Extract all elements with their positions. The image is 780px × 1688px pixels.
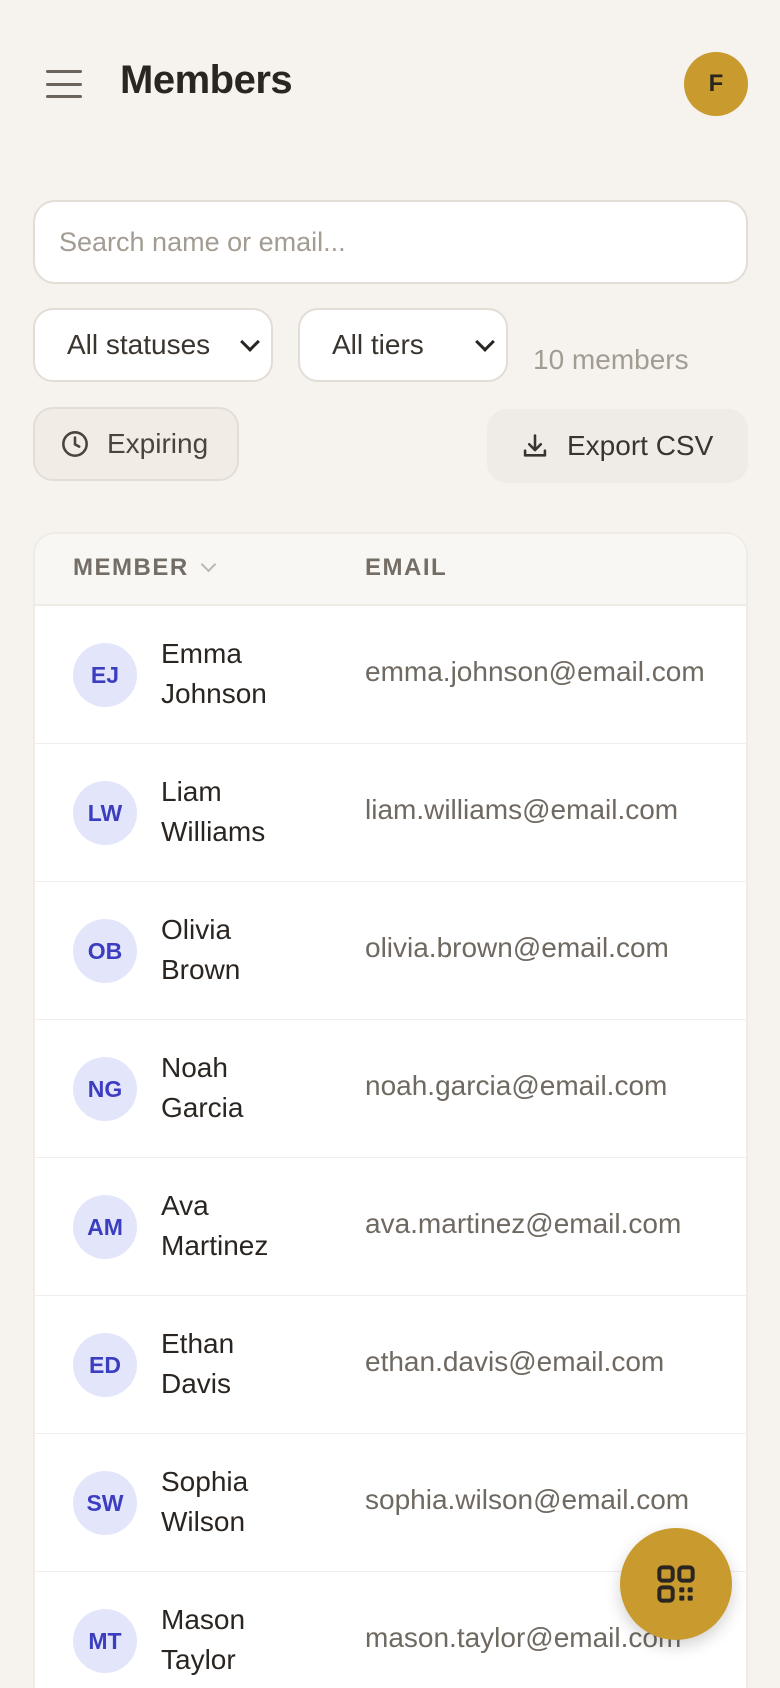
- member-name: Olivia Brown: [161, 914, 241, 985]
- member-name: Ethan Davis: [161, 1328, 235, 1399]
- menu-icon[interactable]: [42, 64, 86, 104]
- export-csv-label: Export CSV: [567, 430, 714, 461]
- member-avatar: AM: [73, 1195, 137, 1259]
- qr-code-icon: [657, 1565, 695, 1603]
- members-table: MEMBER EMAIL EJ Emma Johnson emma.johnson…: [33, 532, 748, 1688]
- member-email: noah.garcia@email.com: [365, 1070, 668, 1101]
- member-email: olivia.brown@email.com: [365, 932, 669, 963]
- chevron-down-icon: [475, 332, 495, 352]
- table-row[interactable]: ED Ethan Davis ethan.davis@email.com: [35, 1296, 746, 1434]
- member-name: Emma Johnson: [161, 638, 267, 709]
- member-email: sophia.wilson@email.com: [365, 1484, 690, 1515]
- expiring-label: Expiring: [107, 428, 209, 459]
- member-email: ethan.davis@email.com: [365, 1346, 665, 1377]
- table-row[interactable]: LW Liam Williams liam.williams@email.com: [35, 744, 746, 882]
- member-avatar: MT: [73, 1609, 137, 1673]
- table-row[interactable]: EJ Emma Johnson emma.johnson@email.com: [35, 606, 746, 744]
- download-icon: [523, 434, 547, 457]
- member-avatar: SW: [73, 1471, 137, 1535]
- member-name: Sophia Wilson: [161, 1466, 249, 1537]
- search-input[interactable]: [33, 200, 748, 284]
- app-header: Members F: [0, 0, 780, 170]
- page-title: Members: [120, 58, 293, 102]
- tier-filter-select[interactable]: All tiers: [298, 308, 508, 382]
- status-filter-select[interactable]: All statuses: [33, 308, 273, 382]
- member-avatar: NG: [73, 1057, 137, 1121]
- member-name: Noah Garcia: [161, 1052, 244, 1123]
- member-column-header[interactable]: MEMBER: [73, 554, 216, 582]
- status-filter-value: All statuses: [67, 329, 211, 360]
- member-email: mason.taylor@email.com: [365, 1622, 682, 1653]
- expiring-filter-button[interactable]: Expiring: [33, 407, 239, 481]
- table-row[interactable]: AM Ava Martinez ava.martinez@email.com: [35, 1158, 746, 1296]
- member-avatar: LW: [73, 781, 137, 845]
- table-header: MEMBER EMAIL: [35, 534, 746, 606]
- clock-icon: [62, 431, 88, 457]
- member-avatar: OB: [73, 919, 137, 983]
- member-name: Mason Taylor: [161, 1604, 246, 1675]
- member-email: emma.johnson@email.com: [365, 656, 705, 687]
- member-count: 10 members: [533, 344, 689, 375]
- member-email: liam.williams@email.com: [365, 794, 679, 825]
- chevron-down-icon: [240, 332, 260, 352]
- table-row[interactable]: NG Noah Garcia noah.garcia@email.com: [35, 1020, 746, 1158]
- email-column-header: EMAIL: [365, 554, 448, 581]
- member-avatar: ED: [73, 1333, 137, 1397]
- scan-qr-fab-button[interactable]: [620, 1528, 732, 1640]
- export-csv-button[interactable]: Export CSV: [487, 409, 748, 483]
- user-avatar[interactable]: F: [684, 52, 748, 116]
- member-name: Ava Martinez: [161, 1190, 269, 1261]
- table-row[interactable]: OB Olivia Brown olivia.brown@email.com: [35, 882, 746, 1020]
- member-avatar: EJ: [73, 643, 137, 707]
- member-email: ava.martinez@email.com: [365, 1208, 682, 1239]
- member-name: Liam Williams: [161, 776, 266, 847]
- member-column-label: MEMBER: [73, 554, 189, 581]
- tier-filter-value: All tiers: [332, 329, 424, 360]
- sort-chevron-icon: [200, 556, 216, 573]
